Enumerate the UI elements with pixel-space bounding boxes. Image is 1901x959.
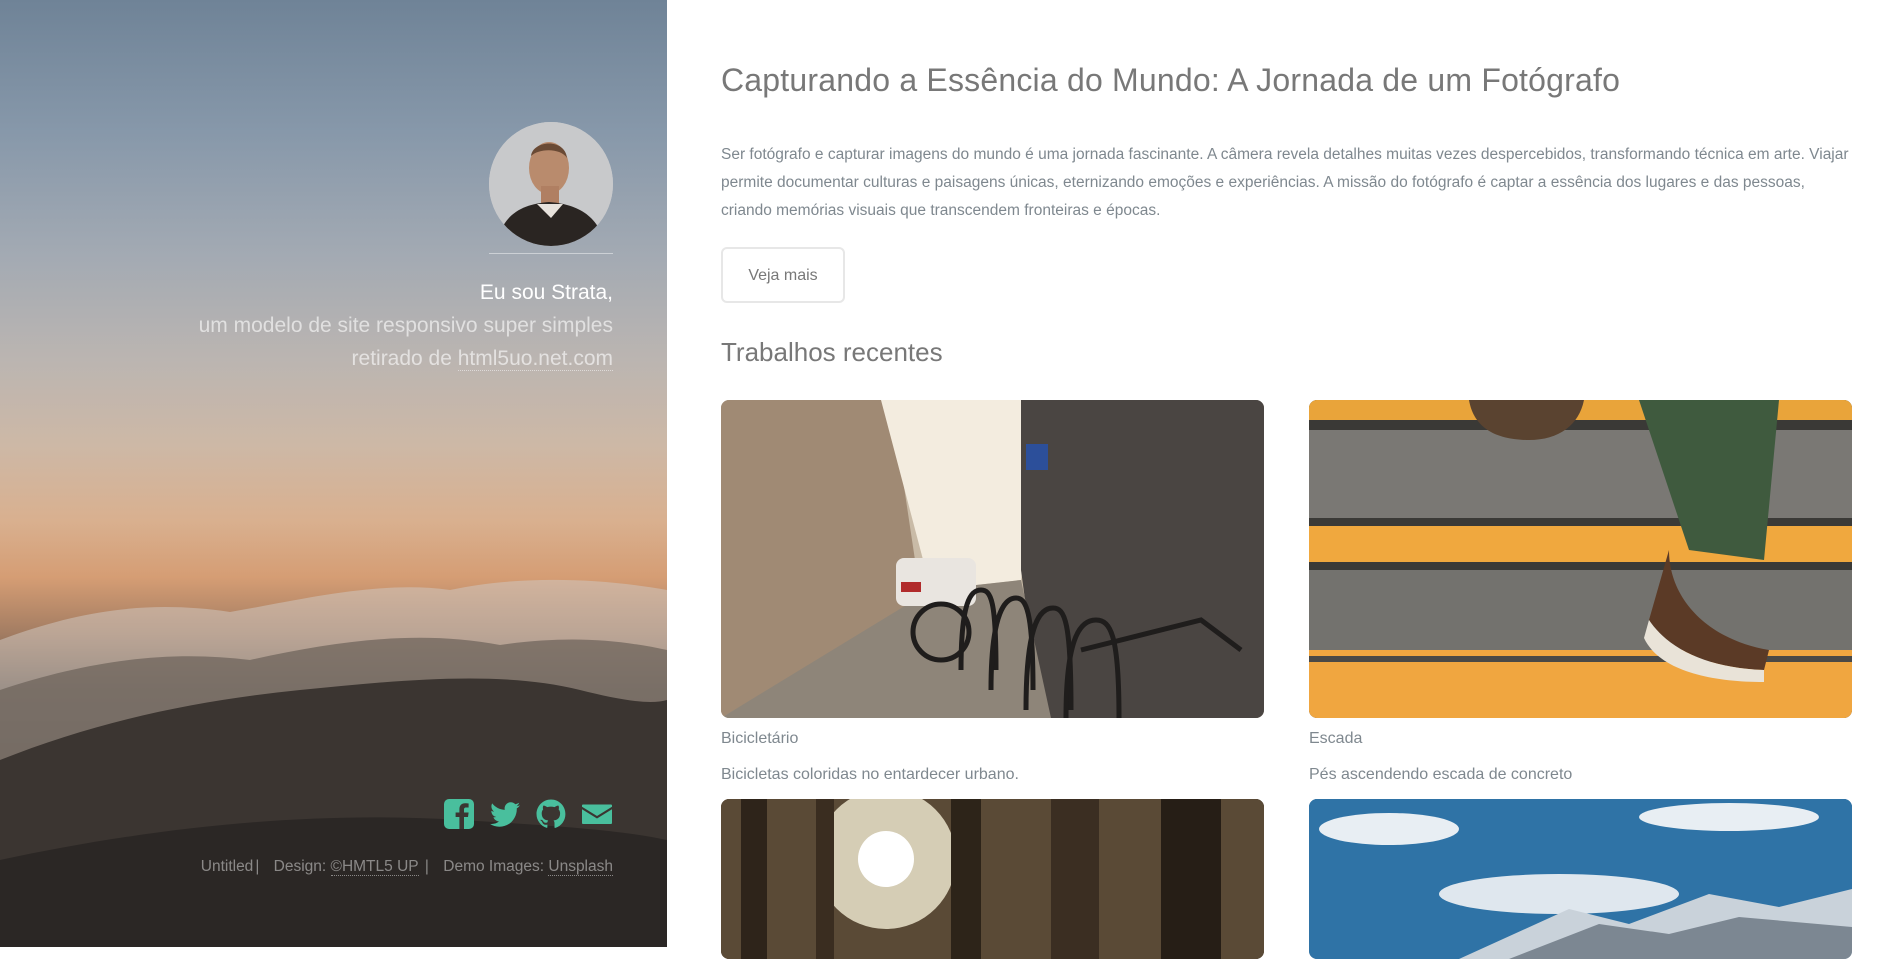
- footer-separator: |: [420, 858, 429, 875]
- work-item: Bicicletário Bicicletas coloridas no ent…: [721, 400, 1264, 799]
- sidebar-header: Eu sou Strata, um modelo de site respons…: [193, 122, 613, 375]
- work-image-stairs[interactable]: [1309, 400, 1852, 718]
- footer-design-link[interactable]: ©HMTL5 UP: [330, 858, 419, 876]
- work-item: [1309, 799, 1852, 959]
- recent-works-heading: Trabalhos recentes: [721, 337, 943, 367]
- intro-source-prefix: retirado de: [351, 347, 458, 370]
- sidebar: Eu sou Strata, um modelo de site respons…: [0, 0, 667, 947]
- page-title: Capturando a Essência do Mundo: A Jornad…: [721, 62, 1621, 98]
- intro-greeting: Eu sou Strata,: [479, 281, 613, 304]
- main-content: Capturando a Essência do Mundo: A Jornad…: [721, 0, 1853, 959]
- email-link[interactable]: [581, 798, 613, 830]
- footer-separator: |: [255, 858, 260, 875]
- forest-photo: [721, 799, 1264, 959]
- facebook-icon: [444, 799, 474, 829]
- intro-paragraph: Ser fotógrafo e capturar imagens do mund…: [721, 146, 1849, 219]
- work-item: Escada Pés ascendendo escada de concreto: [1309, 400, 1852, 799]
- stairs-photo: [1309, 400, 1852, 718]
- work-image-mountains[interactable]: [1309, 799, 1852, 959]
- social-links: [443, 798, 613, 830]
- work-title: Escada: [1309, 730, 1363, 747]
- source-link[interactable]: html5uo.net.com: [457, 347, 613, 371]
- avatar-portrait: [489, 122, 613, 246]
- work-description: Pés ascendendo escada de concreto: [1309, 766, 1573, 783]
- github-link[interactable]: [535, 798, 567, 830]
- see-more-button[interactable]: Veja mais: [721, 247, 845, 303]
- recent-works-section: Trabalhos recentes Bicicletário Biciclet…: [721, 337, 1853, 959]
- intro-section: Capturando a Essência do Mundo: A Jornad…: [721, 62, 1853, 303]
- twitter-link[interactable]: [489, 798, 521, 830]
- work-image-forest[interactable]: [721, 799, 1264, 959]
- work-title: Bicicletário: [721, 730, 799, 747]
- avatar-divider: [489, 253, 613, 254]
- work-description: Bicicletas coloridas no entardecer urban…: [721, 766, 1019, 783]
- works-grid: Bicicletário Bicicletas coloridas no ent…: [721, 400, 1853, 959]
- footer-images-link[interactable]: Unsplash: [548, 858, 613, 876]
- facebook-link[interactable]: [443, 798, 475, 830]
- bicycle-street-photo: [721, 400, 1264, 718]
- footer-design-label: Design:: [273, 858, 331, 875]
- intro-tagline: um modelo de site responsivo super simpl…: [198, 314, 613, 337]
- twitter-icon: [490, 802, 520, 827]
- footer-untitled: Untitled: [200, 858, 254, 875]
- footer-images-label: Demo Images:: [443, 858, 549, 875]
- mountain-photo: [1309, 799, 1852, 959]
- intro-text: Eu sou Strata, um modelo de site respons…: [193, 276, 613, 375]
- sidebar-footer: Untitled | Design: ©HMTL5 UP | Demo Image…: [201, 858, 613, 876]
- avatar: [489, 122, 613, 246]
- github-icon: [536, 799, 566, 828]
- work-image-bicycle-rack[interactable]: [721, 400, 1264, 718]
- email-icon: [582, 804, 612, 824]
- work-item: [721, 799, 1264, 959]
